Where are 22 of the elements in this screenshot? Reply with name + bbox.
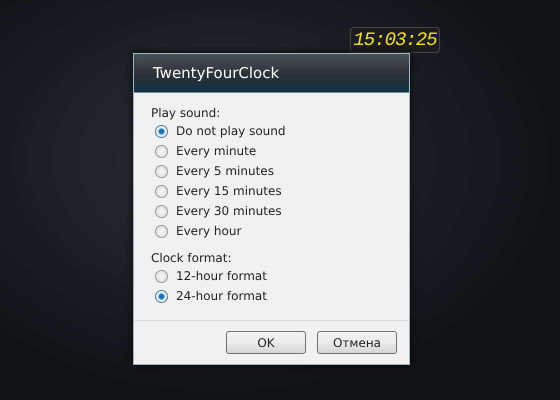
radio-button[interactable] [155, 124, 168, 138]
option-label: Every 5 minutes [176, 163, 274, 180]
group-label: Clock format: [151, 250, 232, 266]
radio-button[interactable] [155, 204, 168, 218]
radio-button[interactable] [155, 270, 168, 282]
option-label: Every minute [176, 143, 256, 160]
cancel-button[interactable]: Отмена [317, 331, 397, 354]
option-label: 12-hour format [176, 268, 267, 285]
window-title: TwentyFourClock [153, 62, 280, 84]
option-label: Every 15 minutes [176, 183, 282, 200]
group-label: Play sound: [151, 105, 222, 121]
clock-gadget: 15:03:25 [350, 27, 440, 53]
radio-button[interactable] [155, 144, 168, 158]
option-label: Every 30 minutes [176, 203, 282, 220]
option-label: Do not play sound [176, 123, 286, 140]
radio-button[interactable] [155, 164, 168, 178]
option-label: Every hour [176, 223, 242, 240]
option-label: 24-hour format [176, 288, 267, 305]
ok-button[interactable]: OK [226, 331, 306, 354]
radio-button[interactable] [155, 184, 168, 198]
radio-button[interactable] [155, 224, 168, 238]
radio-button[interactable] [155, 290, 168, 302]
